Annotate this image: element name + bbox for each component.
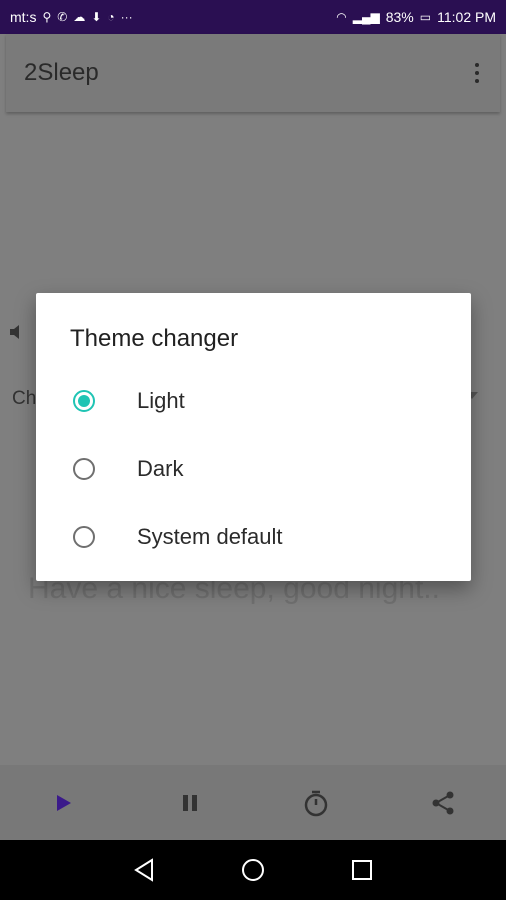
download-icon: ⬇ [91,10,102,24]
carrier-label: mt:s [10,9,37,25]
radio-button-checked[interactable] [73,390,95,412]
app-notification-icon: ◔ [107,10,115,24]
app-title: 2Sleep [24,59,99,86]
back-icon [134,858,154,882]
navigation-bar [0,840,506,900]
battery-percent: 83% [385,9,414,25]
more-notifications-icon: ··· [120,10,133,24]
home-icon [241,859,264,881]
back-button[interactable] [126,852,162,888]
share-icon [432,791,454,814]
pause-button[interactable] [170,783,210,823]
status-left: mt:s ⚲ ✆ ☁ ⬇ ◔ ··· [10,9,133,25]
pause-icon [182,794,197,811]
battery-icon: ▭ [419,10,432,24]
volume-icon [10,325,19,339]
theme-option-system-default[interactable]: System default [36,507,471,567]
usb-icon: ⚲ [42,10,52,24]
timer-button[interactable] [296,783,336,823]
status-right: ◠ ▂▄▆ 83% ▭ 11:02 PM [336,9,496,25]
recents-icon [351,860,372,880]
theme-option-light[interactable]: Light [36,371,471,431]
cloud-icon: ☁ [73,10,86,24]
theme-option-dark[interactable]: Dark [36,439,471,499]
wifi-icon: ◠ [336,10,347,24]
status-bar: mt:s ⚲ ✆ ☁ ⬇ ◔ ··· ◠ ▂▄▆ 83% ▭ 11:02 PM [0,0,506,34]
overflow-menu-icon[interactable] [472,63,482,83]
radio-button-unchecked[interactable] [73,526,95,548]
viber-icon: ✆ [57,10,68,24]
signal-icon: ▂▄▆ [352,10,380,24]
dialog-title: Theme changer [70,325,239,352]
theme-changer-dialog: Theme changer Light Dark System default [36,293,471,581]
home-button[interactable] [235,852,271,888]
share-button[interactable] [423,783,463,823]
play-button[interactable] [43,783,83,823]
option-label-system-default: System default [137,524,283,549]
timer-icon [305,790,328,816]
radio-dot [78,395,90,407]
option-label-light: Light [137,388,185,413]
app-bar: 2Sleep [6,34,500,112]
clock: 11:02 PM [437,9,496,25]
radio-button-unchecked[interactable] [73,458,95,480]
option-label-dark: Dark [137,456,184,481]
play-icon [57,794,72,811]
background-label: Ch [12,388,37,409]
playback-controls [0,765,506,840]
recents-button[interactable] [344,852,380,888]
